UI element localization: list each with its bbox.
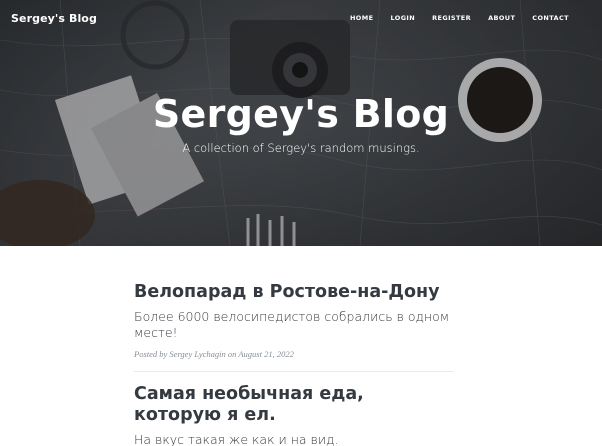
nav-contact[interactable]: CONTACT xyxy=(532,14,569,22)
brand-link[interactable]: Sergey's Blog xyxy=(11,12,97,25)
hero-header: Sergey's Blog HOME LOGIN REGISTER ABOUT … xyxy=(0,0,602,246)
post-subtitle-link[interactable]: Более 6000 велосипедистов собрались в од… xyxy=(134,309,454,340)
nav-about[interactable]: ABOUT xyxy=(488,14,515,22)
post-title-link[interactable]: Самая необычная еда, которую я ел. xyxy=(134,384,454,426)
post-list: Велопарад в Ростове-на-Дону Более 6000 в… xyxy=(134,282,454,446)
post-meta: Posted by Sergey Lychagin on August 21, … xyxy=(134,349,454,359)
nav-register[interactable]: REGISTER xyxy=(432,14,471,22)
nav-login[interactable]: LOGIN xyxy=(390,14,415,22)
main-nav: HOME LOGIN REGISTER ABOUT CONTACT xyxy=(333,14,569,22)
post-divider xyxy=(134,371,454,372)
hero-subtitle: A collection of Sergey's random musings. xyxy=(182,141,420,155)
post-subtitle-link[interactable]: На вкус такая же как и на вид. xyxy=(134,432,454,446)
post-title-link[interactable]: Велопарад в Ростове-на-Дону xyxy=(134,282,454,303)
post-preview: Самая необычная еда, которую я ел. На вк… xyxy=(134,384,454,446)
post-preview: Велопарад в Ростове-на-Дону Более 6000 в… xyxy=(134,282,454,359)
post-meta-on: on xyxy=(227,349,237,359)
post-date: August 21, 2022 xyxy=(238,349,294,359)
post-meta-prefix: Posted by xyxy=(134,349,168,359)
post-author-link[interactable]: Sergey Lychagin xyxy=(169,349,225,359)
hero-title: Sergey's Blog xyxy=(152,92,450,136)
nav-home[interactable]: HOME xyxy=(350,14,373,22)
